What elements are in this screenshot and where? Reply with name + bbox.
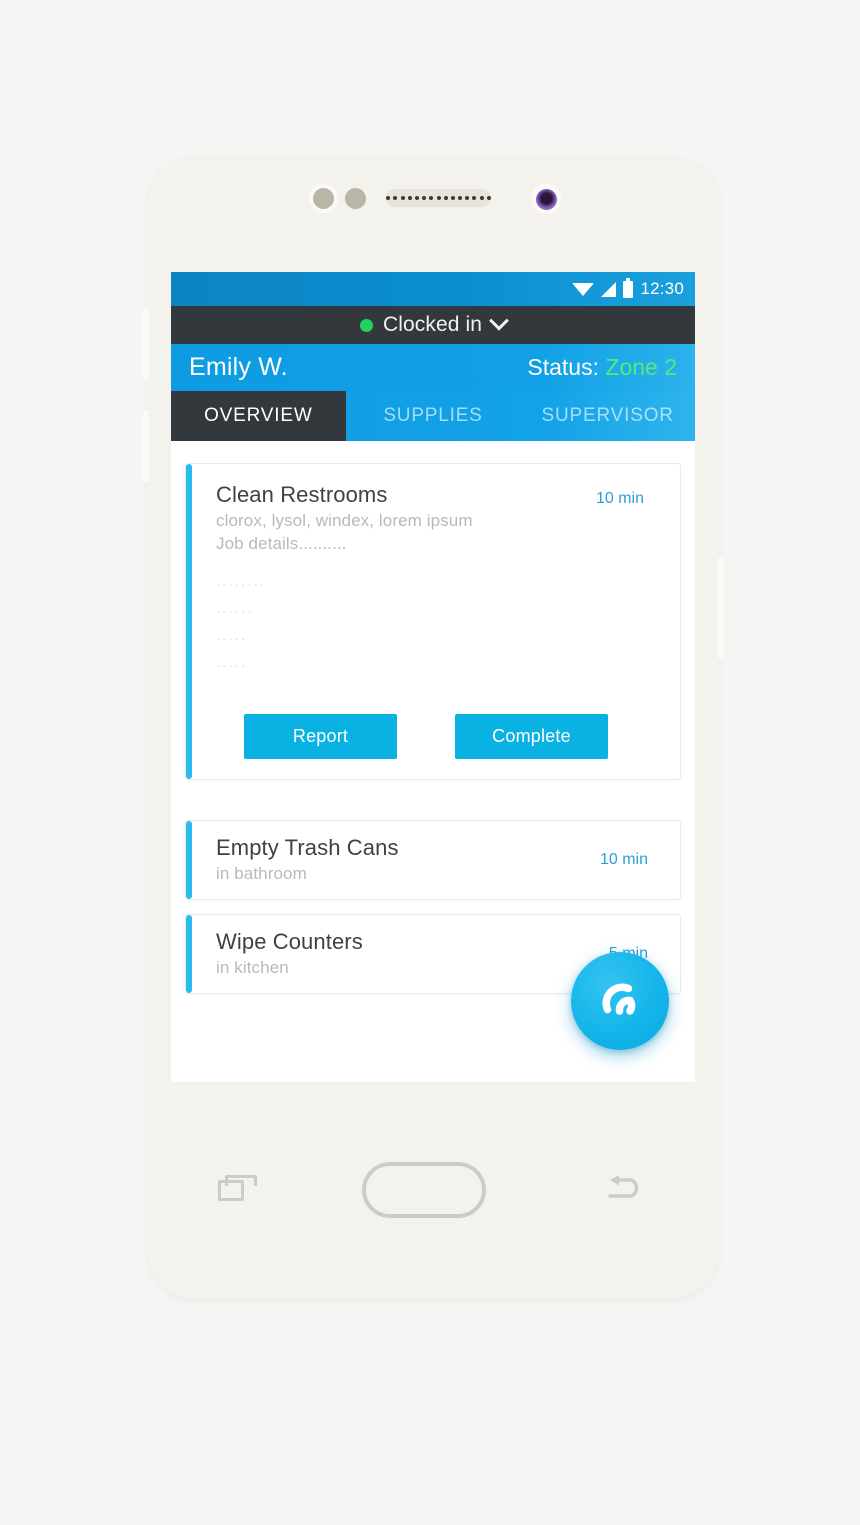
floating-action-button[interactable] [571, 952, 669, 1050]
user-status-header: Emily W. Status: Zone 2 [171, 344, 695, 391]
camera-lens [535, 188, 557, 210]
placeholder-line: ..... [216, 654, 248, 670]
signal-icon [601, 281, 617, 297]
task-duration: 10 min [599, 850, 648, 868]
tab-bar: OVERVIEW SUPPLIES SUPERVISOR [171, 391, 695, 441]
status-zone-value: Zone 2 [605, 354, 677, 380]
phone-top-bezel [148, 158, 718, 272]
earpiece-speaker-icon [386, 189, 491, 207]
complete-button[interactable]: Complete [455, 714, 608, 759]
phone-device-frame: 12:30 Clocked in Emily W. Status: Zone 2… [142, 158, 724, 1298]
screenshot-canvas: 12:30 Clocked in Emily W. Status: Zone 2… [0, 0, 860, 1525]
task-list-content: Clean Restrooms clorox, lysol, windex, l… [171, 441, 695, 1082]
task-card-header: Clean Restrooms clorox, lysol, windex, l… [216, 482, 660, 554]
report-button[interactable]: Report [244, 714, 397, 759]
task-duration: 10 min [595, 490, 644, 507]
task-location: in bathroom [216, 864, 307, 883]
task-placeholder-lines: ........ ...... ..... ..... [216, 568, 660, 676]
user-name: Emily W. [189, 353, 288, 381]
status-badge: Status: Zone 2 [527, 354, 677, 381]
battery-icon [623, 277, 634, 298]
task-card-text: Empty Trash Cans in bathroom [216, 835, 399, 884]
back-icon[interactable] [604, 1173, 648, 1207]
app-logo-icon [602, 983, 636, 1015]
status-bar-icons [572, 277, 634, 298]
placeholder-line: ...... [216, 600, 254, 616]
wifi-icon [572, 282, 595, 296]
task-card-empty-trash-cans[interactable]: Empty Trash Cans in bathroom 10 min [185, 820, 681, 900]
placeholder-line: ........ [216, 573, 267, 589]
volume-down-button[interactable] [142, 410, 149, 482]
clocked-in-label: Clocked in [382, 313, 483, 336]
tab-supervisor[interactable]: SUPERVISOR [520, 391, 695, 441]
tab-overview[interactable]: OVERVIEW [171, 391, 346, 441]
task-supplies: clorox, lysol, windex, lorem ipsum [216, 511, 473, 530]
front-camera-icon [531, 184, 561, 214]
task-card-actions: Report Complete [216, 714, 660, 759]
task-title: Wipe Counters [216, 929, 363, 954]
placeholder-line: ..... [216, 627, 248, 643]
task-details: Job details.......... [216, 534, 347, 553]
volume-up-button[interactable] [142, 308, 149, 380]
task-title: Clean Restrooms [216, 482, 388, 507]
clocked-in-bar[interactable]: Clocked in [171, 306, 695, 344]
light-sensor-icon [345, 188, 366, 209]
task-card-text: Clean Restrooms clorox, lysol, windex, l… [216, 482, 473, 554]
android-navigation-bar [148, 1082, 718, 1298]
status-indicator-dot [359, 318, 373, 332]
phone-screen: 12:30 Clocked in Emily W. Status: Zone 2… [171, 272, 695, 1082]
status-label: Status: [527, 354, 599, 380]
tab-supplies[interactable]: SUPPLIES [346, 391, 521, 441]
task-card-text: Wipe Counters in kitchen [216, 929, 363, 978]
proximity-sensor-icon [313, 188, 334, 209]
task-card-primary[interactable]: Clean Restrooms clorox, lysol, windex, l… [185, 463, 681, 780]
home-icon[interactable] [362, 1162, 486, 1218]
recents-icon[interactable] [218, 1174, 257, 1201]
android-status-bar: 12:30 [171, 272, 695, 306]
task-title: Empty Trash Cans [216, 835, 399, 860]
task-location: in kitchen [216, 958, 289, 977]
power-button[interactable] [717, 558, 724, 658]
chevron-down-icon[interactable] [489, 310, 509, 331]
status-bar-clock: 12:30 [640, 279, 684, 298]
